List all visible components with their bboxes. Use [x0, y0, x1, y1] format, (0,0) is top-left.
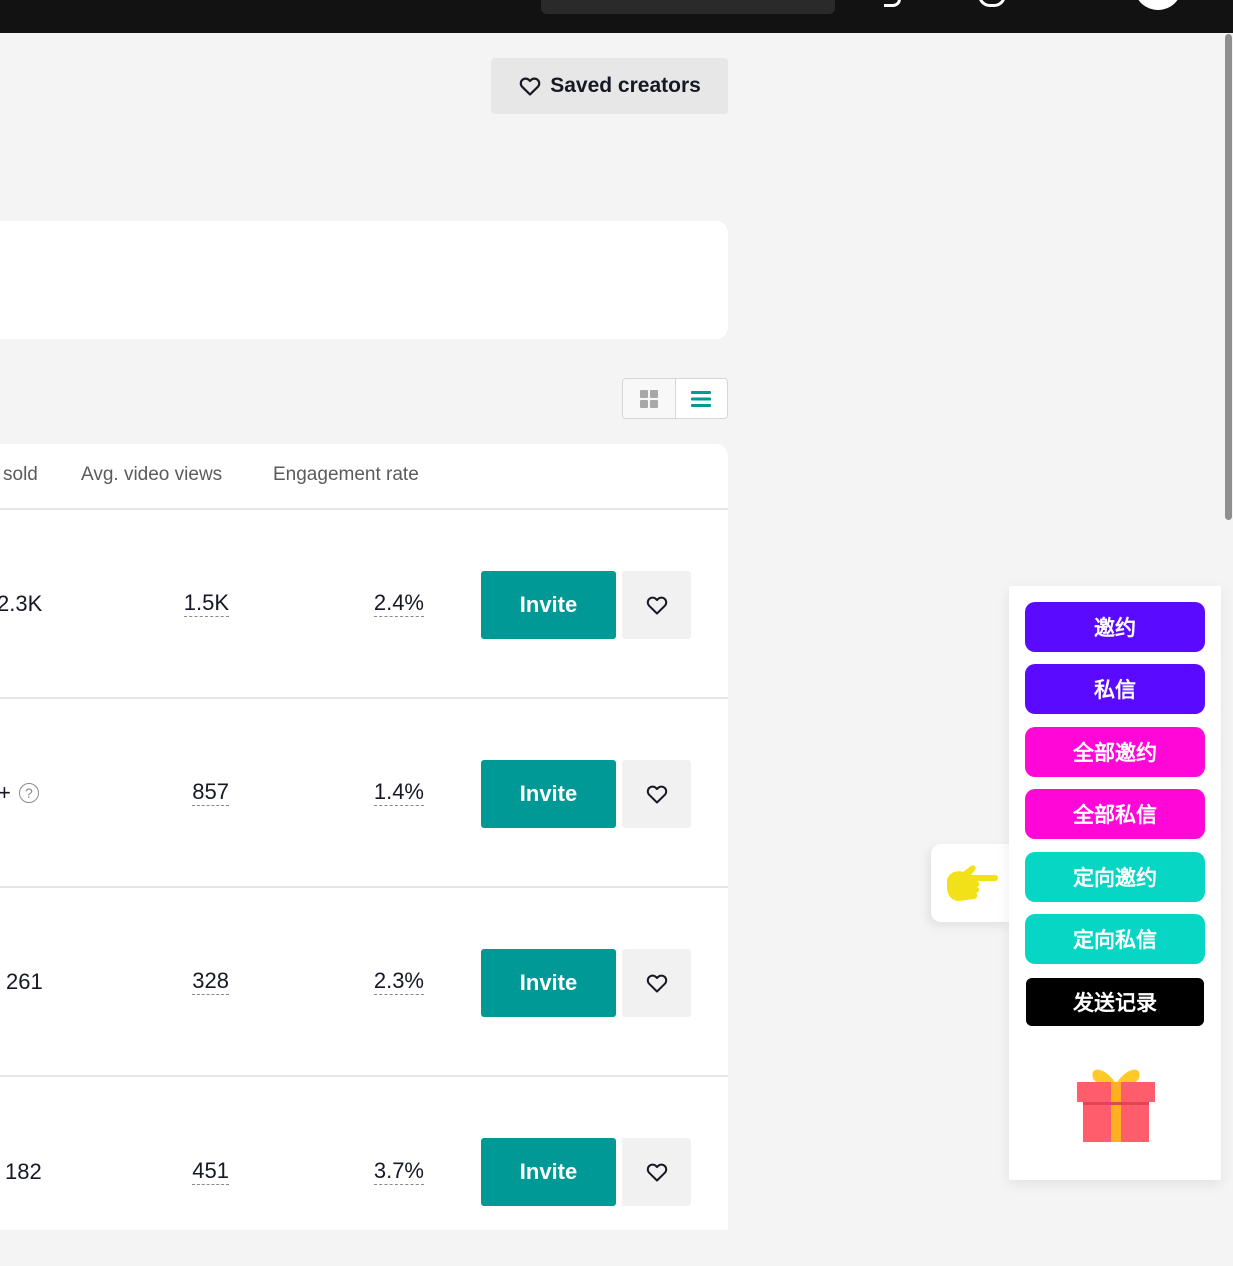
table-row: 2.3K 1.5K 2.4% Invite: [0, 510, 728, 699]
saved-creators-button[interactable]: Saved creators: [491, 58, 728, 114]
avg-video-views-value: 451: [192, 1158, 229, 1185]
heart-icon: [646, 1163, 667, 1182]
engagement-rate-value: 3.7%: [373, 1158, 424, 1185]
table-header: sold Avg. video views Engagement rate: [0, 444, 728, 510]
message-plugin-button[interactable]: 私信: [1025, 664, 1205, 714]
sold-value: 182: [5, 1158, 42, 1184]
scrollbar-thumb[interactable]: [1225, 34, 1232, 520]
invite-button[interactable]: Invite: [481, 949, 616, 1017]
message-all-button[interactable]: 全部私信: [1025, 789, 1205, 839]
inbox-icon[interactable]: [884, 0, 901, 7]
avatar[interactable]: [1134, 0, 1182, 10]
table-row: 261 328 2.3% Invite: [0, 888, 728, 1077]
gift-icon[interactable]: [1075, 1060, 1157, 1144]
table-row: 182 451 3.7% Invite: [0, 1077, 728, 1266]
invite-plugin-button[interactable]: 邀约: [1025, 602, 1205, 652]
avg-video-views-value: 857: [192, 779, 229, 806]
engagement-rate-value: 2.4%: [373, 590, 424, 617]
sold-value: 2.3K: [0, 590, 43, 616]
heart-icon: [646, 596, 667, 615]
column-header-sold[interactable]: sold: [3, 464, 38, 486]
send-history-button[interactable]: 发送记录: [1026, 978, 1204, 1026]
view-toggle: [622, 378, 728, 419]
column-header-engagement-rate[interactable]: Engagement rate: [273, 464, 419, 486]
invite-all-button[interactable]: 全部邀约: [1025, 727, 1205, 777]
avg-video-views-value: 328: [192, 968, 229, 995]
heart-icon: [646, 785, 667, 804]
heart-icon: [646, 974, 667, 993]
list-view-button[interactable]: [674, 379, 727, 418]
creators-table: sold Avg. video views Engagement rate 2.…: [0, 444, 728, 1230]
targeted-invite-button[interactable]: 定向邀约: [1025, 852, 1205, 902]
invite-button[interactable]: Invite: [481, 760, 616, 828]
sold-value: +?: [0, 699, 39, 886]
pointing-hand-icon: [947, 865, 998, 901]
engagement-rate-value: 1.4%: [373, 779, 424, 806]
grid-icon: [639, 389, 658, 408]
help-icon[interactable]: ?: [18, 782, 39, 803]
column-header-avg-video-views[interactable]: Avg. video views: [81, 464, 222, 486]
avg-video-views-value: 1.5K: [183, 590, 229, 617]
pointing-hand-tab[interactable]: [931, 844, 1011, 922]
heart-icon: [519, 77, 541, 96]
filter-panel: [0, 221, 728, 339]
save-creator-button[interactable]: [622, 949, 691, 1017]
saved-creators-label: Saved creators: [550, 74, 701, 97]
top-navigation-bar: [0, 0, 1233, 33]
search-bar[interactable]: [541, 0, 835, 14]
targeted-message-button[interactable]: 定向私信: [1025, 914, 1205, 964]
invite-button[interactable]: Invite: [481, 1138, 616, 1206]
engagement-rate-value: 2.3%: [373, 968, 424, 995]
save-creator-button[interactable]: [622, 760, 691, 828]
save-creator-button[interactable]: [622, 1138, 691, 1206]
list-icon: [691, 390, 712, 407]
invite-button[interactable]: Invite: [481, 571, 616, 639]
sold-value: 261: [6, 968, 43, 994]
table-row: +? 857 1.4% Invite: [0, 699, 728, 888]
save-creator-button[interactable]: [622, 571, 691, 639]
grid-view-button[interactable]: [623, 379, 675, 418]
notifications-icon[interactable]: [978, 0, 1006, 7]
